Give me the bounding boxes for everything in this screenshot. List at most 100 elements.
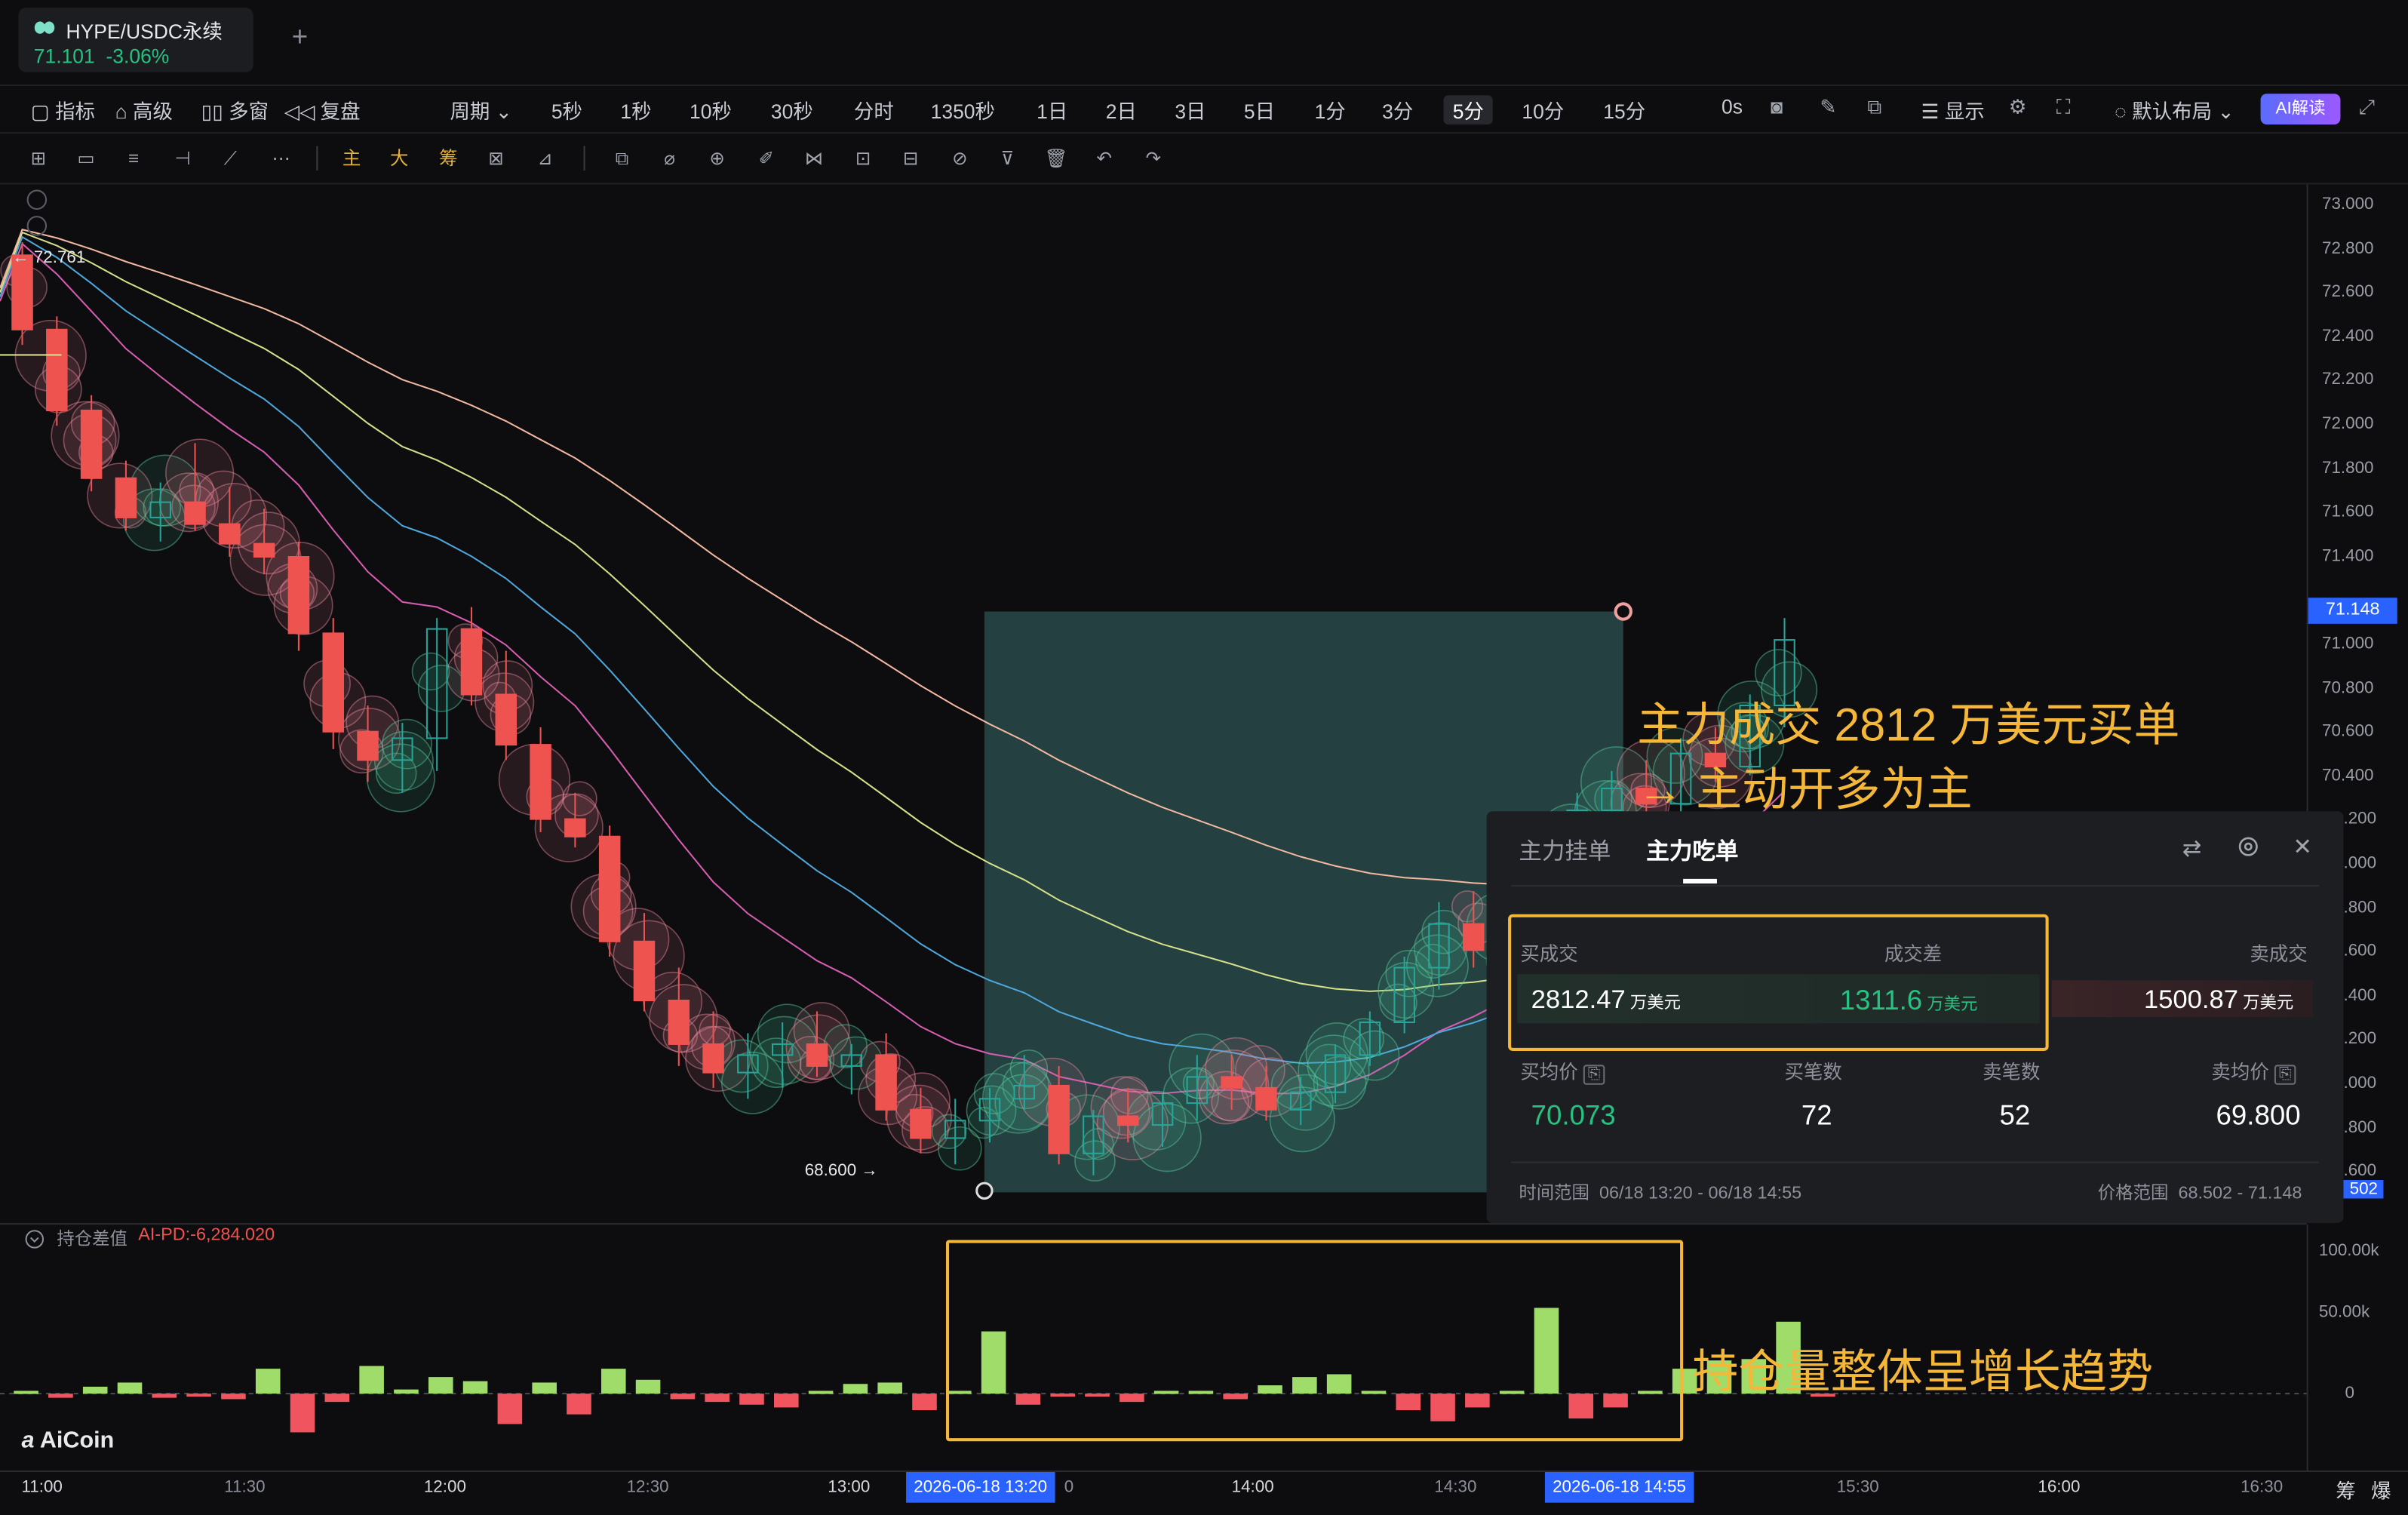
candle-body[interactable] (910, 1108, 932, 1139)
toolbar-item[interactable]: ◁◁ 复盘 (284, 95, 361, 124)
oi-bar[interactable] (808, 1391, 834, 1394)
settings-icon[interactable]: ⚙ (2009, 95, 2027, 120)
chip-button[interactable]: 筹 (2336, 1475, 2355, 1504)
tab-pending-orders[interactable]: 主力挂单 (1519, 834, 1611, 867)
candle-body[interactable] (1221, 1076, 1242, 1089)
toolbar-item[interactable]: ◌ 默认布局 ⌄ (2115, 95, 2234, 124)
oi-bar[interactable] (705, 1394, 729, 1403)
candle-body[interactable] (46, 328, 68, 411)
big-icon[interactable]: 大 (389, 148, 410, 170)
undo-icon[interactable]: ↶ (1093, 148, 1115, 170)
rect-icon[interactable]: ▭ (75, 148, 97, 170)
toolbar-item[interactable]: 5日 (1244, 95, 1275, 124)
oi-bar[interactable] (117, 1382, 143, 1394)
candle-body[interactable] (530, 744, 551, 820)
hline-icon[interactable]: ⊣ (172, 148, 193, 170)
candle-body[interactable] (253, 542, 275, 558)
camera-icon[interactable]: ◙ (1771, 95, 1783, 118)
toolbar-item[interactable]: 30秒 (771, 95, 813, 124)
close-icon[interactable]: ✕ (2293, 833, 2312, 861)
candle-body[interactable] (219, 523, 241, 545)
share-icon[interactable]: ⧉ (1867, 95, 1881, 120)
settings-icon[interactable] (2238, 836, 2259, 858)
toolbar-item[interactable]: ⌂ 高级 (115, 95, 173, 124)
oi-bar[interactable] (324, 1394, 350, 1403)
candle-body[interactable] (184, 501, 206, 525)
lines-icon[interactable]: ≡ (123, 148, 144, 170)
toolbar-item[interactable]: 0s (1722, 95, 1743, 118)
add-tab-button[interactable]: + (292, 22, 308, 54)
oi-bar[interactable] (600, 1369, 626, 1394)
oi-bar[interactable] (255, 1369, 281, 1394)
candle-body[interactable] (1255, 1086, 1277, 1111)
swap-icon[interactable]: ⇄ (2182, 834, 2202, 862)
selection-handle[interactable] (1614, 602, 1632, 621)
candle-body[interactable] (1048, 1084, 1070, 1154)
toolbar-item[interactable]: 10分 (1522, 95, 1564, 124)
candle-body[interactable] (287, 556, 310, 635)
oi-bar[interactable] (394, 1389, 419, 1394)
trend-icon[interactable]: ⟋ (220, 148, 241, 170)
main-icon[interactable]: 主 (341, 148, 363, 170)
oi-bar[interactable] (14, 1391, 38, 1394)
toolbar-item[interactable]: 分时 (854, 95, 894, 124)
candle-body[interactable] (322, 632, 344, 733)
layout-icon[interactable]: ⊞ (28, 148, 49, 170)
note-icon[interactable]: ⊟ (900, 148, 922, 170)
filter-icon[interactable]: ⊽ (997, 148, 1018, 170)
trash-icon[interactable]: 🗑 (1044, 148, 1067, 170)
toolbar-item[interactable]: 1分 (1315, 95, 1346, 124)
oi-bar[interactable] (497, 1394, 523, 1424)
toolbar-item[interactable]: ☰ 显示 (1921, 95, 1985, 124)
candle-body[interactable] (357, 730, 379, 761)
tab-taken-orders[interactable]: 主力吃单 (1646, 834, 1738, 867)
brush-icon[interactable]: ✐ (756, 148, 778, 170)
toolbar-item[interactable]: ▢ 指标 (31, 95, 95, 124)
symbol-tab[interactable]: HYPE/USDC永续 71.101 -3.06% (18, 8, 253, 72)
toolbar-item[interactable]: 周期 ⌄ (450, 95, 511, 124)
lock-icon[interactable]: ⊡ (852, 148, 874, 170)
oi-bar[interactable] (82, 1386, 108, 1394)
oi-bar[interactable] (290, 1394, 315, 1433)
oi-bar[interactable] (152, 1394, 177, 1398)
candle-body[interactable] (460, 628, 483, 696)
oi-bar[interactable] (221, 1394, 246, 1400)
collapse-icon[interactable] (26, 189, 48, 210)
candle-body[interactable] (80, 409, 103, 479)
candle-body[interactable] (1463, 923, 1485, 951)
toolbar-item[interactable]: 3分 (1382, 95, 1413, 124)
toolbar-item[interactable]: 3日 (1175, 95, 1206, 124)
candle-body[interactable] (668, 999, 690, 1045)
oi-bar[interactable] (462, 1381, 488, 1394)
measure-icon[interactable]: ⊿ (534, 148, 555, 170)
redo-icon[interactable]: ↷ (1143, 148, 1165, 170)
candle-body[interactable] (115, 477, 137, 518)
oi-bar[interactable] (877, 1382, 902, 1394)
oi-bar[interactable] (48, 1394, 73, 1398)
oi-bar[interactable] (739, 1394, 764, 1405)
selection-handle[interactable] (975, 1182, 994, 1200)
toolbar-item[interactable]: 1秒 (620, 95, 651, 124)
pattern-icon[interactable]: ⋈ (803, 148, 825, 170)
oi-bar[interactable] (359, 1366, 384, 1394)
toolbar-item[interactable]: 15分 (1603, 95, 1645, 124)
fullscreen-icon[interactable]: ⛶ (2056, 95, 2071, 120)
toolbar-item[interactable]: 1350秒 (931, 95, 995, 124)
expand-icon[interactable]: ⤢ (2359, 95, 2375, 120)
magnet-icon[interactable]: ⊘ (949, 148, 971, 170)
toolbar-item[interactable]: 10秒 (690, 95, 732, 124)
toolbar-item[interactable]: 5秒 (551, 95, 582, 124)
copy-icon[interactable]: ⧉ (611, 148, 633, 170)
oi-bar[interactable] (670, 1394, 696, 1400)
oi-bar[interactable] (843, 1384, 868, 1394)
oi-bar[interactable] (635, 1379, 661, 1394)
candle-body[interactable] (633, 940, 656, 1002)
oi-bar[interactable] (428, 1377, 453, 1394)
candle-body[interactable] (564, 818, 586, 837)
toolbar-item[interactable]: 5分 (1443, 95, 1494, 124)
candle-body[interactable] (1116, 1115, 1139, 1126)
candle-body[interactable] (495, 693, 518, 746)
select-icon[interactable]: ⊠ (485, 148, 507, 170)
chip-icon[interactable]: 筹 (438, 148, 459, 170)
oi-bar[interactable] (912, 1394, 937, 1411)
